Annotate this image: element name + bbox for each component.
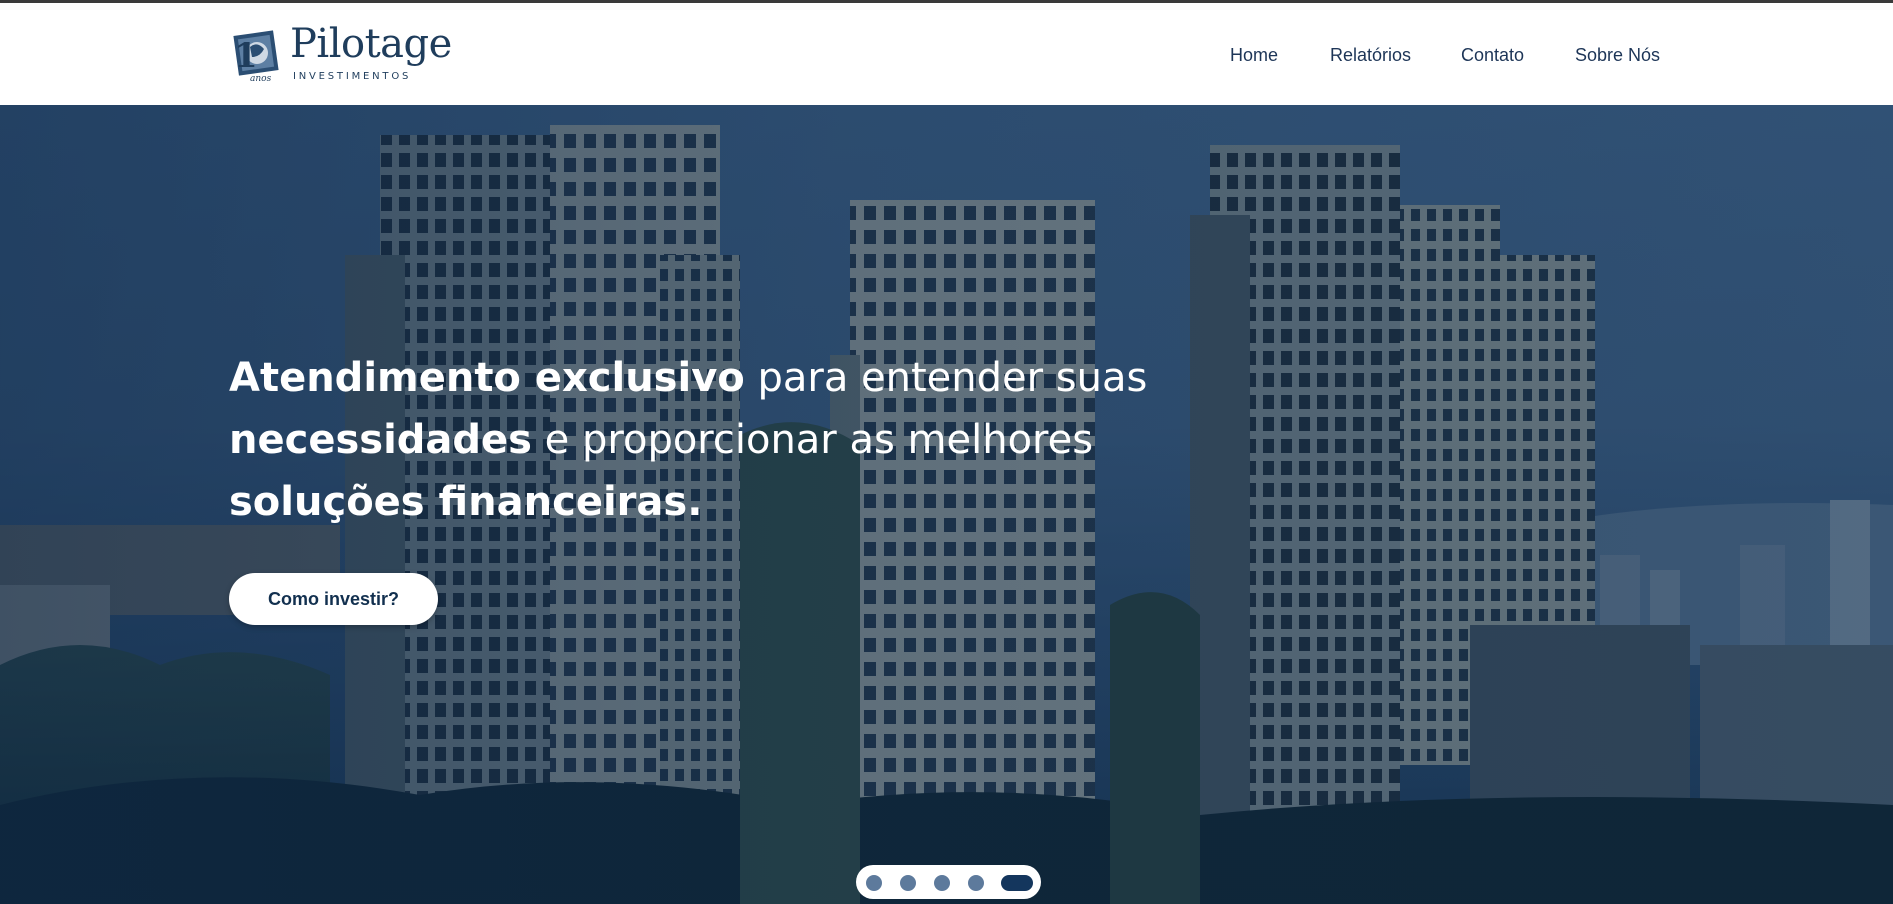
hero-banner: Atendimento exclusivo para entender suas…	[0, 105, 1893, 904]
site-header: 1 anos Pilotage INVESTIMENTOS Home Relat…	[0, 3, 1893, 105]
carousel-dot-5-active[interactable]	[1001, 875, 1033, 891]
headline-text-2: e proporcionar as melhores	[531, 417, 1094, 463]
nav-item-sobre-nos[interactable]: Sobre Nós	[1575, 45, 1660, 66]
headline-bold-2: necessidades	[229, 417, 532, 463]
nav-item-home[interactable]: Home	[1230, 45, 1278, 66]
nav-item-relatorios[interactable]: Relatórios	[1330, 45, 1411, 66]
carousel-dot-2[interactable]	[900, 875, 916, 891]
como-investir-button[interactable]: Como investir?	[229, 573, 438, 625]
svg-text:anos: anos	[250, 74, 272, 83]
hero-headline: Atendimento exclusivo para entender suas…	[229, 347, 1149, 533]
carousel-pagination	[856, 865, 1041, 899]
carousel-dot-3[interactable]	[934, 875, 950, 891]
headline-bold-1: Atendimento exclusivo	[229, 355, 745, 401]
nav-item-contato[interactable]: Contato	[1461, 45, 1524, 66]
brand-subtitle: INVESTIMENTOS	[293, 71, 412, 82]
headline-text-1: para entender suas	[744, 355, 1148, 401]
carousel-dot-1[interactable]	[866, 875, 882, 891]
carousel-dot-4[interactable]	[968, 875, 984, 891]
headline-bold-3: soluções financeiras.	[229, 479, 703, 525]
main-nav: Home Relatórios Contato Sobre Nós	[0, 45, 1893, 67]
